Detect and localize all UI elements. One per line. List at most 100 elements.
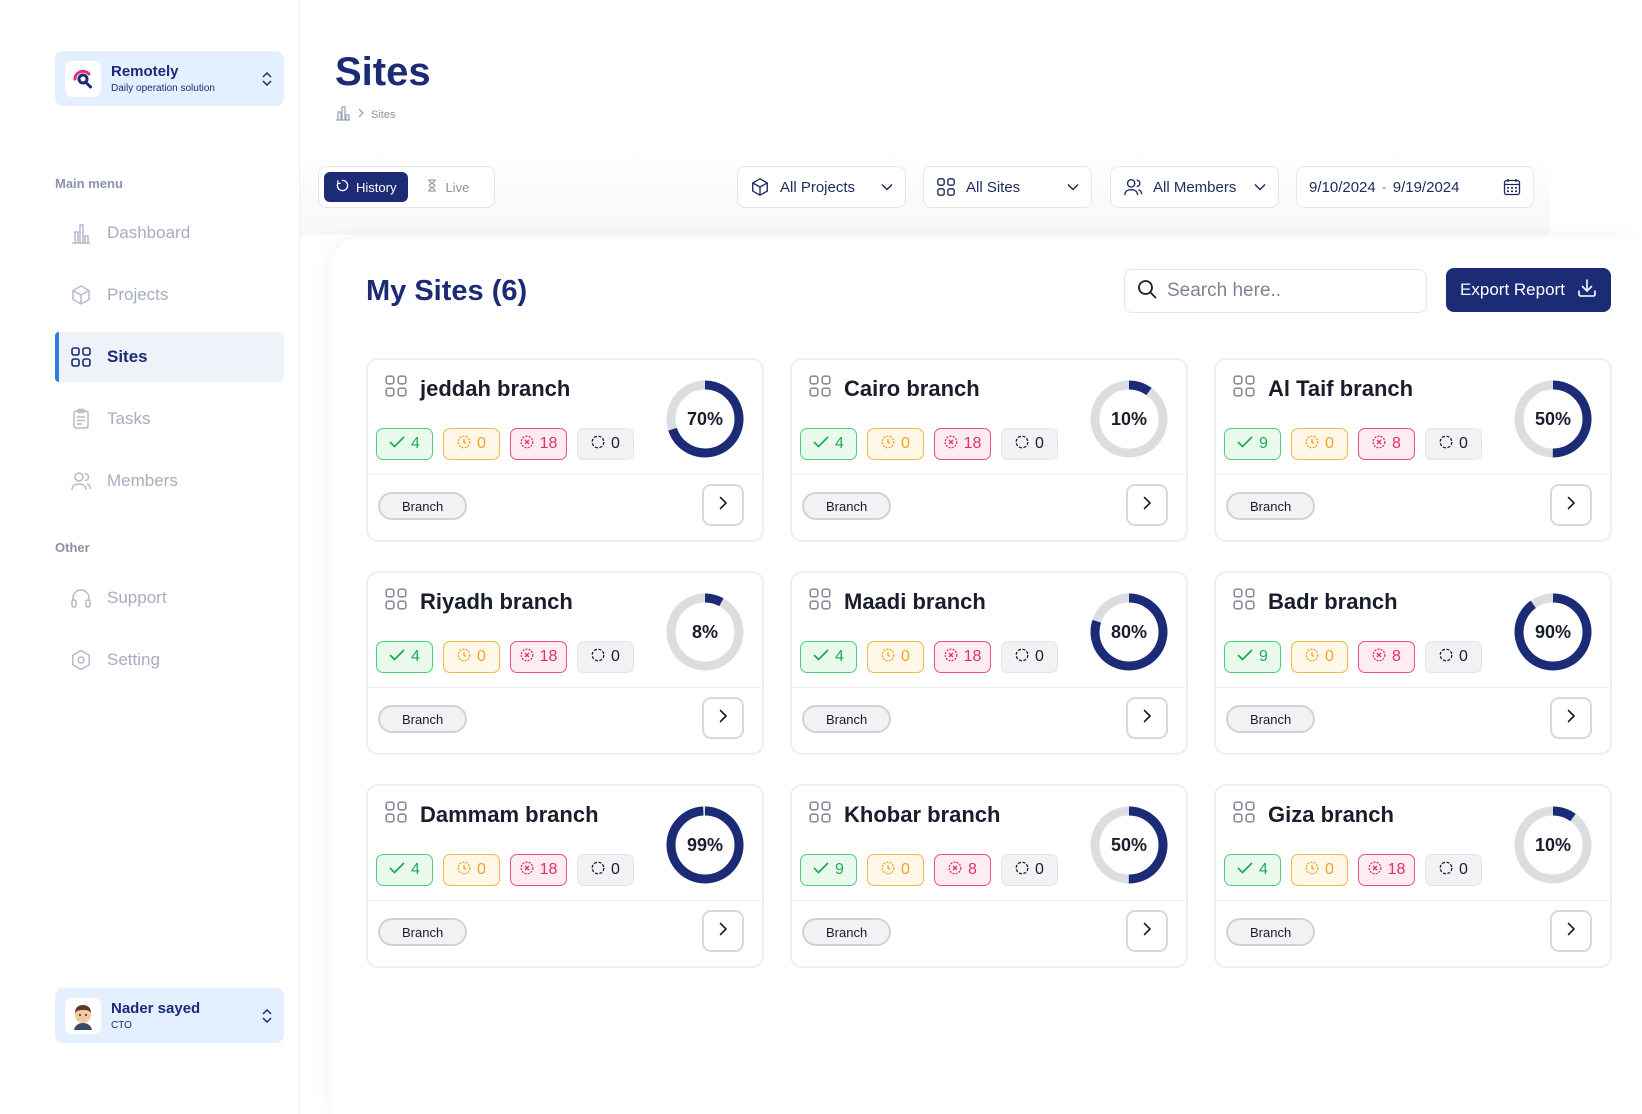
site-card[interactable]: Al Taif branch 50% 9 0 8 0 Branch xyxy=(1214,358,1612,542)
site-card[interactable]: Riyadh branch 8% 4 0 18 0 Branch xyxy=(366,571,764,755)
unassigned-badge[interactable]: 0 xyxy=(577,854,634,886)
open-site-button[interactable] xyxy=(1126,910,1168,952)
dashed-circle-icon xyxy=(1015,648,1029,667)
unassigned-badge[interactable]: 0 xyxy=(577,641,634,673)
completed-badge[interactable]: 4 xyxy=(376,641,433,673)
site-card[interactable]: jeddah branch 70% 4 0 18 0 Branch xyxy=(366,358,764,542)
failed-badge[interactable]: 18 xyxy=(510,641,567,673)
sidebar-item-members[interactable]: Members xyxy=(55,456,284,506)
projects-filter-value: All Projects xyxy=(780,178,856,196)
open-site-button[interactable] xyxy=(702,484,744,526)
open-site-button[interactable] xyxy=(702,910,744,952)
unassigned-badge[interactable]: 0 xyxy=(1001,641,1058,673)
site-card[interactable]: Khobar branch 50% 9 0 8 0 Branch xyxy=(790,784,1188,968)
live-tab[interactable]: Live xyxy=(414,172,481,202)
pending-badge[interactable]: 0 xyxy=(1291,428,1348,460)
pending-badge[interactable]: 0 xyxy=(867,854,924,886)
open-site-button[interactable] xyxy=(1550,910,1592,952)
completed-count: 9 xyxy=(1259,648,1268,665)
site-name: jeddah branch xyxy=(420,375,571,401)
clock-icon xyxy=(457,861,471,880)
date-range-picker[interactable]: 9/10/2024 - 9/19/2024 xyxy=(1296,166,1534,208)
org-switcher[interactable]: Remotely Daily operation solution xyxy=(55,51,284,106)
pending-badge[interactable]: 0 xyxy=(867,428,924,460)
unassigned-badge[interactable]: 0 xyxy=(1425,428,1482,460)
search-box[interactable] xyxy=(1124,269,1427,313)
clock-icon xyxy=(881,861,895,880)
site-card[interactable]: Giza branch 10% 4 0 18 0 Branch xyxy=(1214,784,1612,968)
sites-filter[interactable]: All Sites xyxy=(923,166,1092,208)
unassigned-badge[interactable]: 0 xyxy=(1001,428,1058,460)
completed-badge[interactable]: 4 xyxy=(800,641,857,673)
unassigned-badge[interactable]: 0 xyxy=(1425,854,1482,886)
completed-badge[interactable]: 9 xyxy=(800,854,857,886)
search-input[interactable] xyxy=(1167,280,1407,302)
sidebar-item-support[interactable]: Support xyxy=(55,573,284,623)
unassigned-badge[interactable]: 0 xyxy=(1001,854,1058,886)
progress-percent: 80% xyxy=(1110,621,1148,642)
hourglass-icon xyxy=(426,179,438,195)
site-type-tag: Branch xyxy=(802,705,892,733)
calendar-icon[interactable] xyxy=(1503,178,1521,196)
pending-badge[interactable]: 0 xyxy=(443,641,500,673)
sidebar-item-dashboard[interactable]: Dashboard xyxy=(55,208,284,258)
dashed-circle-icon xyxy=(591,648,605,667)
unassigned-badge[interactable]: 0 xyxy=(577,428,634,460)
export-report-button[interactable]: Export Report xyxy=(1446,268,1611,312)
breadcrumb-home-icon[interactable] xyxy=(335,105,351,124)
progress-percent: 10% xyxy=(1534,834,1572,855)
chevron-right-icon xyxy=(718,922,728,941)
completed-badge[interactable]: 4 xyxy=(800,428,857,460)
sites-heading: My Sites (6) xyxy=(366,275,528,307)
open-site-button[interactable] xyxy=(1126,484,1168,526)
failed-badge[interactable]: 18 xyxy=(934,428,991,460)
unassigned-count: 0 xyxy=(1035,648,1044,665)
failed-badge[interactable]: 8 xyxy=(1358,428,1415,460)
site-card[interactable]: Maadi branch 80% 4 0 18 0 Branch xyxy=(790,571,1188,755)
sidebar-item-sites[interactable]: Sites xyxy=(55,332,284,382)
failed-badge[interactable]: 18 xyxy=(510,428,567,460)
failed-badge[interactable]: 18 xyxy=(510,854,567,886)
sidebar-item-projects[interactable]: Projects xyxy=(55,270,284,320)
site-card[interactable]: Dammam branch 99% 4 0 18 0 Branch xyxy=(366,784,764,968)
site-name: Khobar branch xyxy=(844,801,1001,827)
members-filter[interactable]: All Members xyxy=(1110,166,1279,208)
completed-badge[interactable]: 4 xyxy=(1224,854,1281,886)
pending-badge[interactable]: 0 xyxy=(443,428,500,460)
site-card[interactable]: Badr branch 90% 9 0 8 0 Branch xyxy=(1214,571,1612,755)
org-subtitle: Daily operation solution xyxy=(111,83,215,94)
open-site-button[interactable] xyxy=(1550,697,1592,739)
failed-badge[interactable]: 18 xyxy=(1358,854,1415,886)
completed-badge[interactable]: 4 xyxy=(376,854,433,886)
open-site-button[interactable] xyxy=(1550,484,1592,526)
completed-badge[interactable]: 4 xyxy=(376,428,433,460)
sidebar-item-setting[interactable]: Setting xyxy=(55,635,284,685)
task-status-badges: 4 0 18 0 xyxy=(376,641,634,673)
pending-badge[interactable]: 0 xyxy=(1291,641,1348,673)
pending-badge[interactable]: 0 xyxy=(443,854,500,886)
open-site-button[interactable] xyxy=(702,697,744,739)
check-icon xyxy=(813,648,829,666)
chevron-right-icon xyxy=(1566,709,1576,728)
breadcrumb-current: Sites xyxy=(371,108,396,121)
history-tab[interactable]: History xyxy=(324,172,409,202)
failed-badge[interactable]: 18 xyxy=(934,641,991,673)
pending-count: 0 xyxy=(1325,861,1334,878)
failed-count: 18 xyxy=(539,435,558,452)
pending-badge[interactable]: 0 xyxy=(867,641,924,673)
progress-percent: 70% xyxy=(686,408,724,429)
unassigned-badge[interactable]: 0 xyxy=(1425,641,1482,673)
open-site-button[interactable] xyxy=(1126,697,1168,739)
completed-badge[interactable]: 9 xyxy=(1224,428,1281,460)
failed-badge[interactable]: 8 xyxy=(1358,641,1415,673)
divider xyxy=(368,900,762,901)
users-icon xyxy=(69,469,93,493)
projects-filter[interactable]: All Projects xyxy=(737,166,906,208)
pending-badge[interactable]: 0 xyxy=(1291,854,1348,886)
completed-count: 4 xyxy=(1259,861,1268,878)
sidebar-item-tasks[interactable]: Tasks xyxy=(55,394,284,444)
site-card[interactable]: Cairo branch 10% 4 0 18 0 Branch xyxy=(790,358,1188,542)
user-switcher[interactable]: Nader sayed CTO xyxy=(55,988,284,1043)
failed-badge[interactable]: 8 xyxy=(934,854,991,886)
completed-badge[interactable]: 9 xyxy=(1224,641,1281,673)
